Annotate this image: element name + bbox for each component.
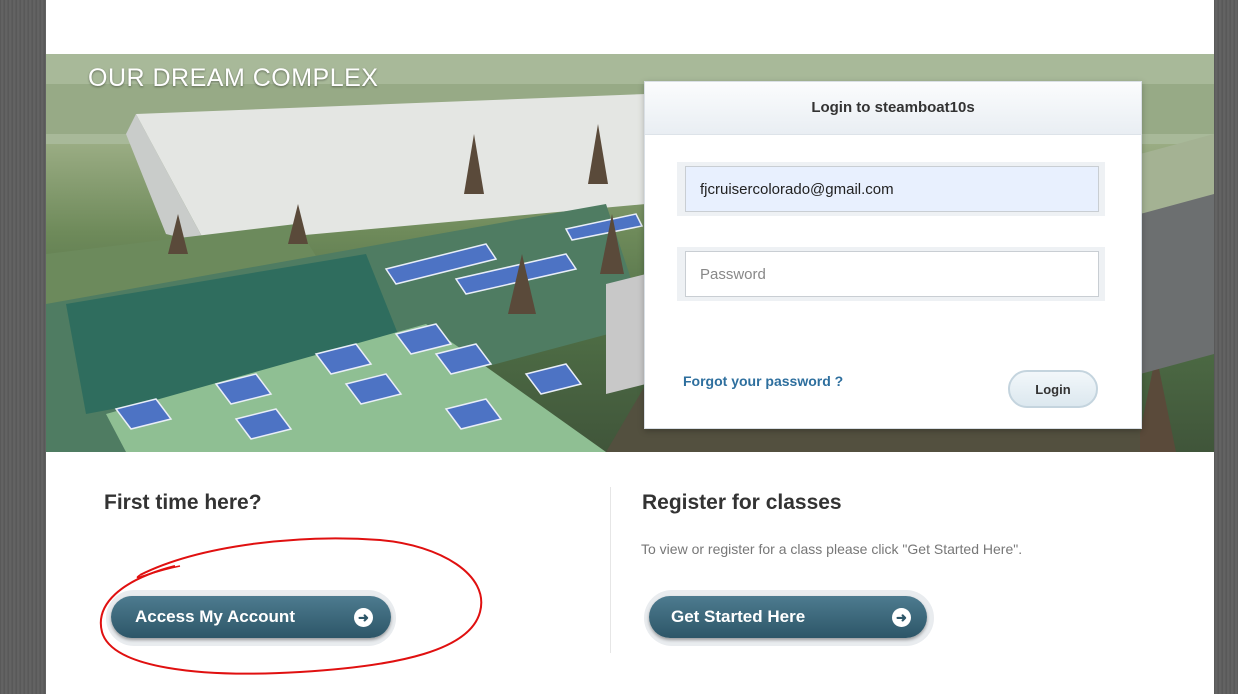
arrow-right-circle-icon: ➜ bbox=[892, 608, 911, 627]
login-card: Login to steamboat10s Forgot your passwo… bbox=[644, 81, 1142, 429]
page: OUR DREAM COMPLEX Login to steamboat10s … bbox=[46, 0, 1214, 694]
password-field[interactable] bbox=[685, 251, 1099, 297]
password-field-wrap bbox=[677, 247, 1105, 301]
login-title: Login to steamboat10s bbox=[645, 82, 1141, 135]
hero-title: OUR DREAM COMPLEX bbox=[88, 64, 379, 92]
email-field[interactable] bbox=[685, 166, 1099, 212]
section-divider bbox=[610, 487, 611, 653]
arrow-right-circle-icon: ➜ bbox=[354, 608, 373, 627]
left-margin bbox=[0, 0, 46, 694]
right-margin bbox=[1214, 0, 1238, 694]
get-started-label: Get Started Here bbox=[671, 607, 806, 626]
access-account-wrap: Access My Account ➜ bbox=[106, 590, 396, 646]
register-heading: Register for classes bbox=[642, 491, 842, 514]
login-button[interactable]: Login bbox=[1008, 370, 1098, 408]
register-description: To view or register for a class please c… bbox=[641, 541, 1023, 557]
forgot-password-link[interactable]: Forgot your password ? bbox=[683, 373, 843, 389]
first-time-heading: First time here? bbox=[104, 491, 262, 514]
access-my-account-label: Access My Account bbox=[135, 607, 295, 626]
email-field-wrap bbox=[677, 162, 1105, 216]
access-my-account-button[interactable]: Access My Account ➜ bbox=[111, 596, 391, 638]
get-started-wrap: Get Started Here ➜ bbox=[644, 590, 934, 646]
get-started-button[interactable]: Get Started Here ➜ bbox=[649, 596, 927, 638]
